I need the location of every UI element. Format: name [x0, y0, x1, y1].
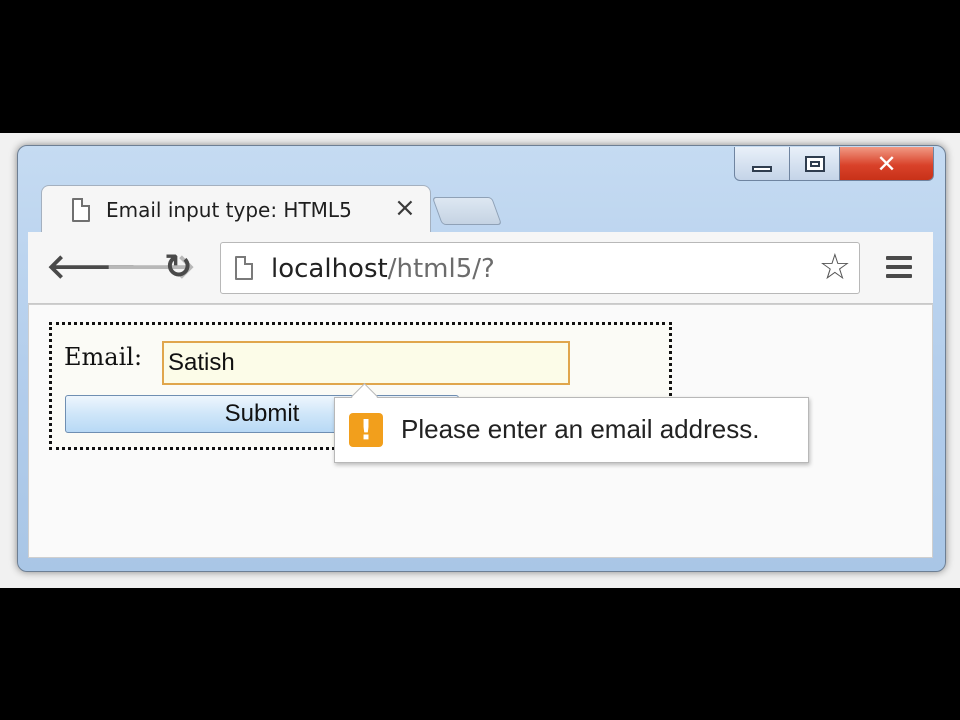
warning-icon: !: [349, 413, 383, 447]
hamburger-menu-icon[interactable]: [886, 256, 912, 283]
validation-tooltip: ! Please enter an email address.: [334, 383, 809, 463]
maximize-button[interactable]: [790, 147, 840, 181]
browser-tab[interactable]: Email input type: HTML5 ×: [41, 185, 431, 233]
restore-icon: [804, 155, 825, 172]
bookmark-star-icon[interactable]: ☆: [819, 249, 851, 287]
page-content: Email: Satish Submit ! Please enter an e…: [28, 304, 933, 558]
page-icon: [72, 198, 90, 222]
tab-title: Email input type: HTML5: [106, 198, 352, 222]
minimize-button[interactable]: [734, 147, 790, 181]
browser-toolbar: 🡐 🡒 ↻ localhost/html5/? ☆: [28, 232, 933, 304]
url-path: /html5/?: [387, 254, 495, 284]
window-controls: ✕: [734, 147, 939, 183]
url-text: localhost/html5/?: [271, 254, 495, 284]
email-input[interactable]: Satish: [162, 341, 570, 385]
url-host: localhost: [271, 254, 388, 284]
validation-message: Please enter an email address.: [401, 414, 760, 444]
new-tab-button[interactable]: [431, 197, 503, 225]
page-info-icon: [235, 256, 253, 280]
browser-window: ✕ Email input type: HTML5 × 🡐 🡒 ↻ localh…: [17, 145, 946, 572]
close-icon: ✕: [876, 149, 897, 178]
address-bar[interactable]: localhost/html5/? ☆: [220, 242, 860, 294]
minimize-icon: [752, 165, 772, 172]
close-window-button[interactable]: ✕: [840, 147, 934, 181]
email-label: Email:: [64, 343, 143, 371]
tab-close-icon[interactable]: ×: [394, 193, 416, 223]
reload-icon[interactable]: ↻: [164, 250, 193, 284]
